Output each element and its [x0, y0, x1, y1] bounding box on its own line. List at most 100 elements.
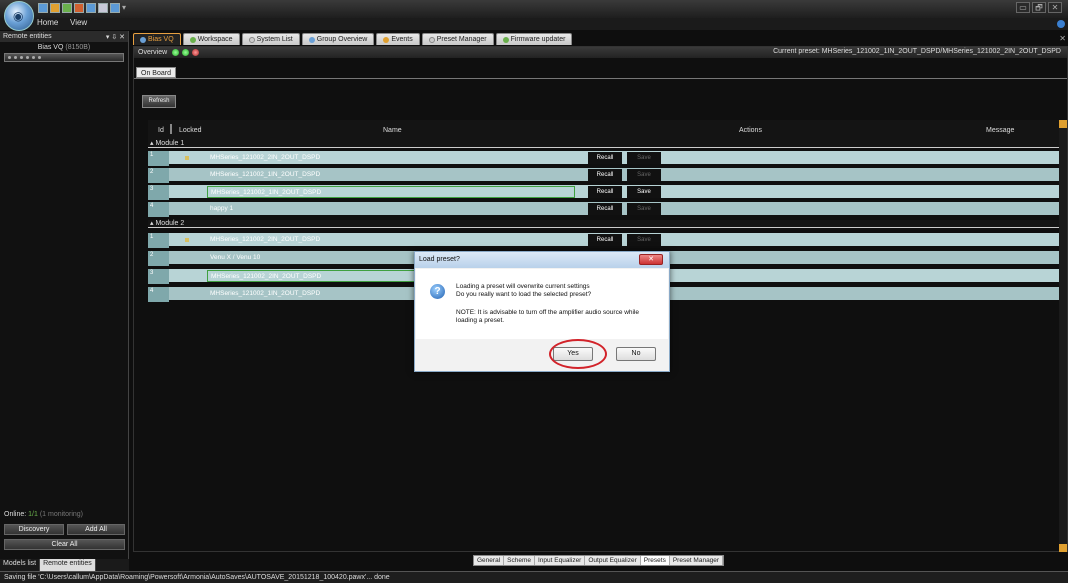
preset-name[interactable]: MHSeries_121002_2IN_2OUT_DSPD — [207, 152, 575, 164]
highlight-circle — [549, 339, 607, 369]
dialog-body: ? Loading a preset will overwrite curren… — [416, 269, 668, 339]
status-bar: Saving file 'C:\Users\callum\AppData\Roa… — [0, 571, 1068, 583]
save-button[interactable]: Save — [627, 169, 661, 181]
application-menu-button[interactable]: ◉ — [4, 1, 34, 31]
add-all-button[interactable]: Add All — [67, 524, 125, 535]
entity-status-bar[interactable] — [4, 53, 124, 62]
grid-header: Id Locked Name Actions Message — [148, 120, 1060, 141]
no-button[interactable]: No — [616, 347, 656, 361]
tab-remote-entities[interactable]: Remote entities — [40, 559, 96, 571]
quick-access-toolbar: ▾ — [38, 3, 126, 13]
folder-icon[interactable] — [50, 3, 60, 13]
save-button[interactable]: Save — [627, 234, 661, 246]
overview-label[interactable]: Overview — [138, 49, 167, 56]
current-preset: Current preset: MHSeries_121002_1IN_2OUT… — [773, 48, 1061, 55]
status-dot — [14, 56, 17, 59]
tab-preset-manager[interactable]: Preset Manager — [421, 33, 494, 45]
dialog-message: Loading a preset will overwrite current … — [456, 283, 592, 298]
window-controls: ▭ 🗗 ✕ — [1016, 2, 1062, 13]
warning-icon[interactable] — [74, 3, 84, 13]
table-row[interactable]: 1 MHSeries_121002_2IN_2OUT_DSPD Recall S… — [148, 233, 1060, 248]
column-actions[interactable]: Actions — [739, 127, 762, 134]
window-icon[interactable] — [98, 3, 108, 13]
tab-input-equalizer[interactable]: Input Equalizer — [535, 556, 586, 565]
tab-on-board[interactable]: On Board — [136, 67, 176, 78]
table-row[interactable]: 4 happy 1 Recall Save — [148, 202, 1060, 217]
tab-preset-manager-bottom[interactable]: Preset Manager — [670, 556, 724, 565]
status-led-icon — [172, 49, 180, 56]
panel-controls[interactable]: ▾ ⇩ ✕ — [106, 33, 125, 41]
status-led-icon — [182, 49, 190, 56]
lock-icon — [185, 156, 189, 160]
qat-dropdown-icon[interactable]: ▾ — [122, 3, 126, 13]
status-dot — [38, 56, 41, 59]
status-dot — [32, 56, 35, 59]
list-icon — [248, 36, 255, 43]
dialog-close-button[interactable]: ✕ — [639, 254, 663, 265]
tab-general[interactable]: General — [474, 556, 505, 565]
dialog-note: NOTE: It is advisable to turn off the am… — [456, 309, 640, 324]
table-row[interactable]: 1 MHSeries_121002_2IN_2OUT_DSPD Recall S… — [148, 151, 1060, 166]
tab-bias-vq[interactable]: Bias VQ — [133, 33, 181, 45]
maximize-button[interactable]: 🗗 — [1032, 2, 1046, 13]
device-tabs: General Scheme Input Equalizer Output Eq… — [473, 555, 725, 566]
app-logo-icon: ◉ — [13, 9, 24, 23]
tab-firmware-updater[interactable]: Firmware updater — [495, 33, 573, 45]
group-module-2[interactable]: ▴ Module 2 — [148, 220, 1060, 228]
minimize-button[interactable]: ▭ — [1016, 2, 1030, 13]
monitoring-count: (1 monitoring) — [39, 511, 84, 518]
save-button[interactable]: Save — [627, 152, 661, 164]
entity-name[interactable]: Bias VQ (8150B) — [0, 44, 128, 51]
tab-scheme[interactable]: Scheme — [504, 556, 535, 565]
tab-workspace[interactable]: Workspace — [182, 33, 240, 45]
preset-name[interactable]: MHSeries_121002_1IN_2OUT_DSPD — [207, 169, 575, 181]
warning-icon — [383, 36, 390, 43]
tab-models-list[interactable]: Models list — [0, 559, 41, 571]
online-count: 1/1 — [28, 511, 38, 518]
refresh-button[interactable]: Refresh — [142, 95, 176, 108]
table-row[interactable]: 3 MHSeries_121002_1IN_2OUT_DSPD Recall S… — [148, 185, 1060, 200]
vertical-scrollbar[interactable] — [1059, 120, 1067, 552]
preset-name[interactable]: MHSeries_121002_1IN_2OUT_DSPD — [207, 186, 575, 198]
tab-group-overview[interactable]: Group Overview — [301, 33, 375, 45]
close-window-button[interactable]: ✕ — [1048, 2, 1062, 13]
help-icon[interactable] — [1057, 20, 1065, 28]
divider — [134, 78, 1067, 79]
preset-icon — [428, 36, 435, 43]
save-icon[interactable] — [62, 3, 72, 13]
tab-events[interactable]: Events — [376, 33, 420, 45]
preset-name[interactable]: MHSeries_121002_2IN_2OUT_DSPD — [207, 234, 575, 246]
menu-view[interactable]: View — [70, 18, 87, 27]
clear-all-button[interactable]: Clear All — [4, 539, 125, 550]
recall-button[interactable]: Recall — [588, 203, 622, 215]
menu-home[interactable]: Home — [37, 18, 58, 27]
column-separator[interactable] — [170, 124, 172, 134]
column-locked[interactable]: Locked — [179, 127, 202, 134]
scroll-down-icon[interactable] — [1059, 544, 1067, 552]
open-icon[interactable] — [38, 3, 48, 13]
scroll-up-icon[interactable] — [1059, 120, 1067, 128]
close-document-icon[interactable]: ✕ — [1059, 34, 1066, 43]
grid-icon[interactable] — [86, 3, 96, 13]
column-name[interactable]: Name — [383, 127, 402, 134]
panel-header: Remote entities ▾ ⇩ ✕ — [0, 31, 128, 42]
discovery-button[interactable]: Discovery — [4, 524, 64, 535]
save-button[interactable]: Save — [627, 203, 661, 215]
column-id[interactable]: Id — [158, 127, 164, 134]
column-message[interactable]: Message — [986, 127, 1014, 134]
load-preset-dialog: Load preset? ✕ ? Loading a preset will o… — [414, 251, 670, 372]
tab-system-list[interactable]: System List — [241, 33, 300, 45]
recall-button[interactable]: Recall — [588, 186, 622, 198]
undo-icon[interactable] — [110, 3, 120, 13]
tab-presets[interactable]: Presets — [640, 556, 670, 565]
recall-button[interactable]: Recall — [588, 234, 622, 246]
save-button[interactable]: Save — [627, 186, 661, 198]
menu-bar: Home View — [0, 18, 1068, 30]
table-row[interactable]: 2 MHSeries_121002_1IN_2OUT_DSPD Recall S… — [148, 168, 1060, 183]
group-module-1[interactable]: ▴ Module 1 — [148, 140, 1060, 148]
recall-button[interactable]: Recall — [588, 152, 622, 164]
preset-name[interactable]: happy 1 — [207, 203, 575, 215]
recall-button[interactable]: Recall — [588, 169, 622, 181]
tab-output-equalizer[interactable]: Output Equalizer — [585, 556, 641, 565]
power-icon[interactable] — [192, 49, 200, 56]
